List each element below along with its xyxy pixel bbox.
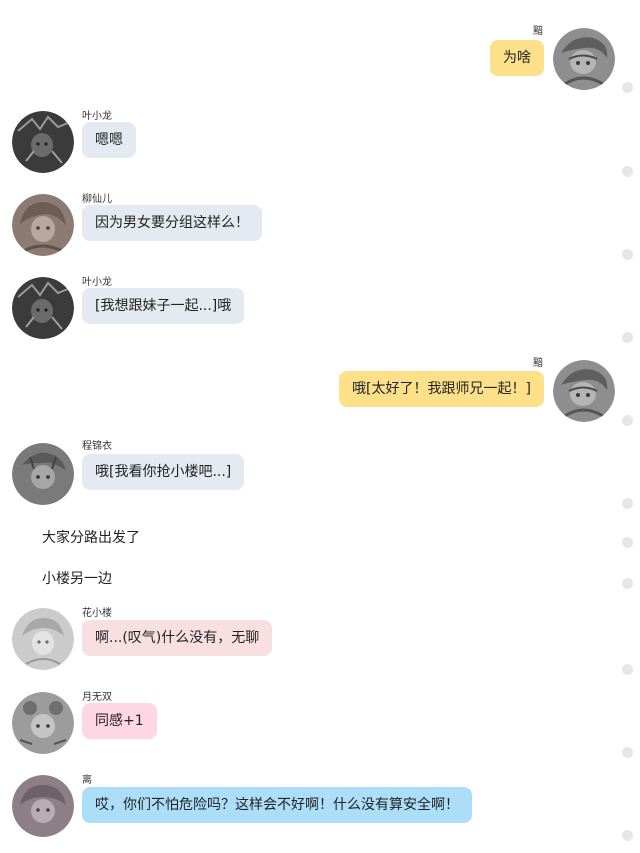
sketch-avatar-ye-xiaolong-icon[interactable] [12, 277, 74, 339]
message-bubble[interactable]: 同感+1 [82, 703, 157, 739]
sketch-avatar-an-icon[interactable] [553, 28, 615, 90]
scroll-dot [622, 578, 633, 589]
chat-message: 程锦衣 哦[我看你抢小楼吧...] [0, 432, 640, 515]
sender-name: 柳仙儿 [82, 194, 112, 205]
chat-message: 离 哎，你们不怕危险吗？这样会不好啊！什么没有算安全啊！ [0, 764, 640, 853]
message-bubble[interactable]: 啊...(叹气)什么没有，无聊 [82, 620, 273, 656]
chat-message: 黯 哦[太好了！我跟师兄一起！] [0, 349, 640, 432]
message-bubble[interactable]: 嗯嗯 [82, 122, 136, 158]
sender-name: 离 [82, 775, 92, 786]
message-bubble[interactable]: 为啥 [490, 40, 544, 76]
sender-name: 黯 [533, 358, 543, 369]
sender-name: 黯 [533, 26, 543, 37]
chat-message: 叶小龙 [我想跟妹子一起...]哦 [0, 266, 640, 349]
chat-message: 花小楼 啊...(叹气)什么没有，无聊 [0, 598, 640, 681]
message-bubble[interactable]: 因为男女要分组这样么！ [82, 205, 262, 241]
narration-text: 小楼另一边 [42, 571, 112, 587]
chat-message: 柳仙儿 因为男女要分组这样么！ [0, 183, 640, 266]
message-bubble[interactable]: 哎，你们不怕危险吗？这样会不好啊！什么没有算安全啊！ [82, 787, 472, 823]
sketch-avatar-hua-xiaolou-icon[interactable] [12, 608, 74, 670]
sender-name: 花小楼 [82, 608, 112, 619]
sketch-avatar-ye-xiaolong-icon[interactable] [12, 111, 74, 173]
message-bubble[interactable]: [我想跟妹子一起...]哦 [82, 288, 245, 324]
sketch-avatar-cheng-jinyi-icon[interactable] [12, 443, 74, 505]
chat-message: 月无双 同感+1 [0, 681, 640, 764]
sender-name: 叶小龙 [82, 111, 112, 122]
message-bubble[interactable]: 哦[太好了！我跟师兄一起！] [339, 371, 544, 407]
sketch-avatar-yue-wushuang-icon[interactable] [12, 692, 74, 754]
sketch-avatar-li-icon[interactable] [12, 775, 74, 837]
sender-name: 程锦衣 [82, 441, 112, 452]
chat-message: 叶小龙 嗯嗯 [0, 100, 640, 183]
sender-name: 叶小龙 [82, 277, 112, 288]
sender-name: 月无双 [82, 692, 112, 703]
chat-message: 黯 为啥 [0, 0, 640, 100]
sketch-avatar-liu-xianer-icon[interactable] [12, 194, 74, 256]
scroll-dot [622, 537, 633, 548]
narration-text: 大家分路出发了 [42, 530, 140, 546]
sketch-avatar-an-icon[interactable] [553, 360, 615, 422]
message-bubble[interactable]: 哦[我看你抢小楼吧...] [82, 454, 245, 490]
